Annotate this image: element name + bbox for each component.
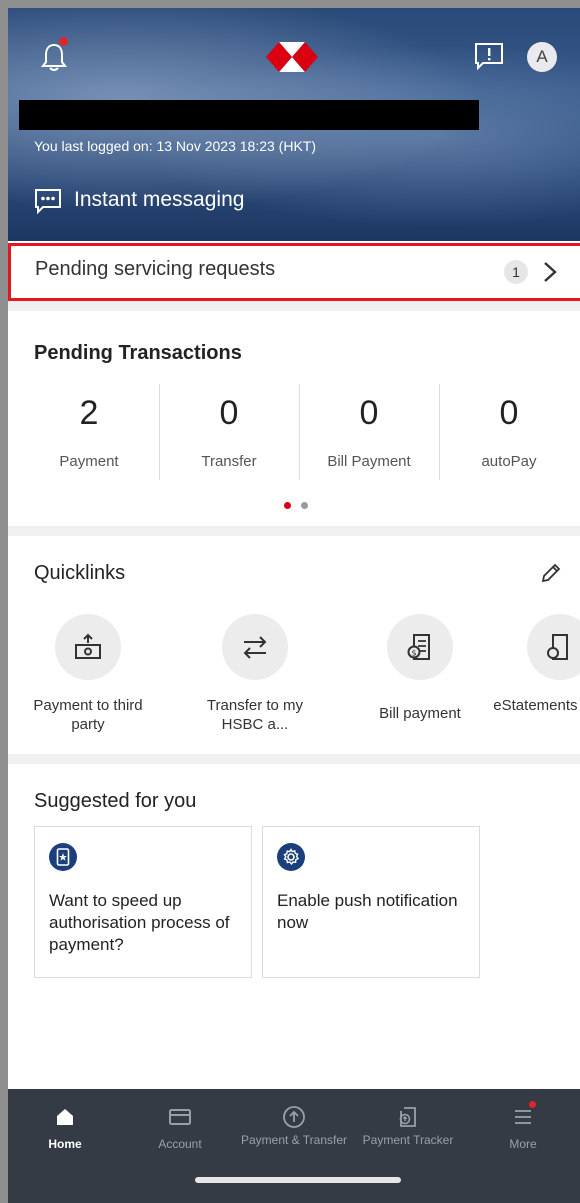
servicing-label: Pending servicing requests: [35, 258, 276, 280]
quicklink-label: Transfer to my HSBC a...: [206, 697, 304, 733]
instant-messaging-link[interactable]: Instant messaging: [74, 188, 244, 212]
nav-label: Payment & Transfer: [240, 1133, 348, 1147]
pending-servicing-requests-row[interactable]: Pending servicing requests 1: [8, 243, 580, 301]
stat-label: Payment: [59, 453, 119, 470]
pending-autopay-stat[interactable]: 0 autoPay: [439, 393, 579, 470]
avatar[interactable]: A: [527, 42, 557, 72]
pager-dot-active[interactable]: [284, 502, 291, 509]
bottom-navigation: Home Account Payment & Transfer Payment …: [8, 1089, 580, 1203]
pager-dot[interactable]: [301, 502, 308, 509]
pending-transactions-title: Pending Transactions: [34, 342, 242, 364]
estatement-icon: [547, 634, 568, 660]
stat-value: 2: [79, 394, 99, 432]
quicklink-icon-circle: [55, 614, 121, 680]
header-banner: A You last logged on: 13 Nov 2023 18:23 …: [8, 8, 580, 241]
pending-payment-stat[interactable]: 2 Payment: [19, 393, 159, 470]
suggestion-icon-badge: [277, 843, 305, 871]
bill-icon: $: [407, 634, 430, 660]
suggestion-icon-badge: [49, 843, 77, 871]
quicklink-label: eStatements & eA...: [493, 697, 580, 714]
quicklink-bill-payment[interactable]: $ Bill payment: [350, 614, 490, 723]
redacted-account-name: [19, 100, 479, 130]
notification-dot: [59, 37, 68, 46]
last-login-text: You last logged on: 13 Nov 2023 18:23 (H…: [34, 138, 317, 154]
svg-text:$: $: [411, 649, 416, 658]
servicing-count-badge: 1: [504, 260, 528, 284]
quicklink-icon-circle: [527, 614, 580, 680]
suggestion-card-push-notification[interactable]: Enable push notification now: [262, 826, 480, 978]
payment-icon: [75, 633, 101, 659]
pending-transfer-stat[interactable]: 0 Transfer: [159, 393, 299, 470]
quicklink-payment-third-party[interactable]: Payment to third party: [18, 614, 158, 734]
tracker-icon: [399, 1107, 416, 1127]
nav-label: Account: [158, 1137, 202, 1151]
stat-value: 0: [499, 394, 519, 432]
stat-label: Transfer: [201, 453, 257, 470]
chat-icon[interactable]: [34, 188, 62, 214]
menu-icon: [515, 1110, 531, 1124]
transfer-icon: [243, 636, 267, 659]
mobile-star-icon: [56, 848, 70, 866]
quicklink-label: Bill payment: [379, 705, 461, 722]
app-screen: A You last logged on: 13 Nov 2023 18:23 …: [8, 8, 580, 1203]
gear-icon: [283, 848, 300, 866]
stat-value: 0: [219, 394, 239, 432]
stat-label: Bill Payment: [327, 453, 411, 470]
pending-bill-payment-stat[interactable]: 0 Bill Payment: [299, 393, 439, 470]
card-icon: [169, 1109, 191, 1125]
suggestion-text: Enable push notification now: [277, 891, 458, 932]
suggested-title: Suggested for you: [34, 790, 197, 812]
divider: [8, 754, 580, 764]
divider: [8, 301, 580, 311]
nav-more[interactable]: More: [466, 1101, 580, 1151]
quicklinks-title: Quicklinks: [34, 562, 126, 584]
stat-value: 0: [359, 394, 379, 432]
chevron-right-icon: [544, 262, 557, 282]
quicklink-icon-circle: [222, 614, 288, 680]
home-icon: [57, 1109, 73, 1125]
suggestion-card-speed-up-authorisation[interactable]: Want to speed up authorisation process o…: [34, 826, 252, 978]
home-indicator: [195, 1177, 401, 1183]
message-alert-icon[interactable]: [474, 42, 504, 70]
nav-label: Home: [48, 1137, 82, 1151]
nav-home[interactable]: Home: [8, 1105, 122, 1151]
suggestion-text: Want to speed up authorisation process o…: [49, 891, 230, 954]
nav-account[interactable]: Account: [123, 1105, 237, 1151]
edit-pencil-icon[interactable]: [540, 562, 562, 584]
nav-label: More: [509, 1137, 537, 1151]
upload-circle-icon: [283, 1106, 305, 1128]
hsbc-logo-icon[interactable]: [266, 42, 318, 72]
quicklink-estatements[interactable]: eStatements & eA...: [490, 614, 580, 715]
quicklink-transfer-my-account[interactable]: Transfer to my HSBC a...: [185, 614, 325, 734]
bell-icon[interactable]: [40, 42, 68, 72]
nav-payment-transfer[interactable]: Payment & Transfer: [237, 1105, 351, 1147]
nav-payment-tracker[interactable]: Payment Tracker: [351, 1105, 465, 1147]
nav-label: Payment Tracker: [362, 1133, 454, 1147]
quicklink-label: Payment to third party: [33, 697, 143, 733]
quicklink-icon-circle: $: [387, 614, 453, 680]
stat-label: autoPay: [481, 453, 537, 470]
more-notification-dot: [529, 1101, 536, 1108]
divider: [8, 526, 580, 536]
